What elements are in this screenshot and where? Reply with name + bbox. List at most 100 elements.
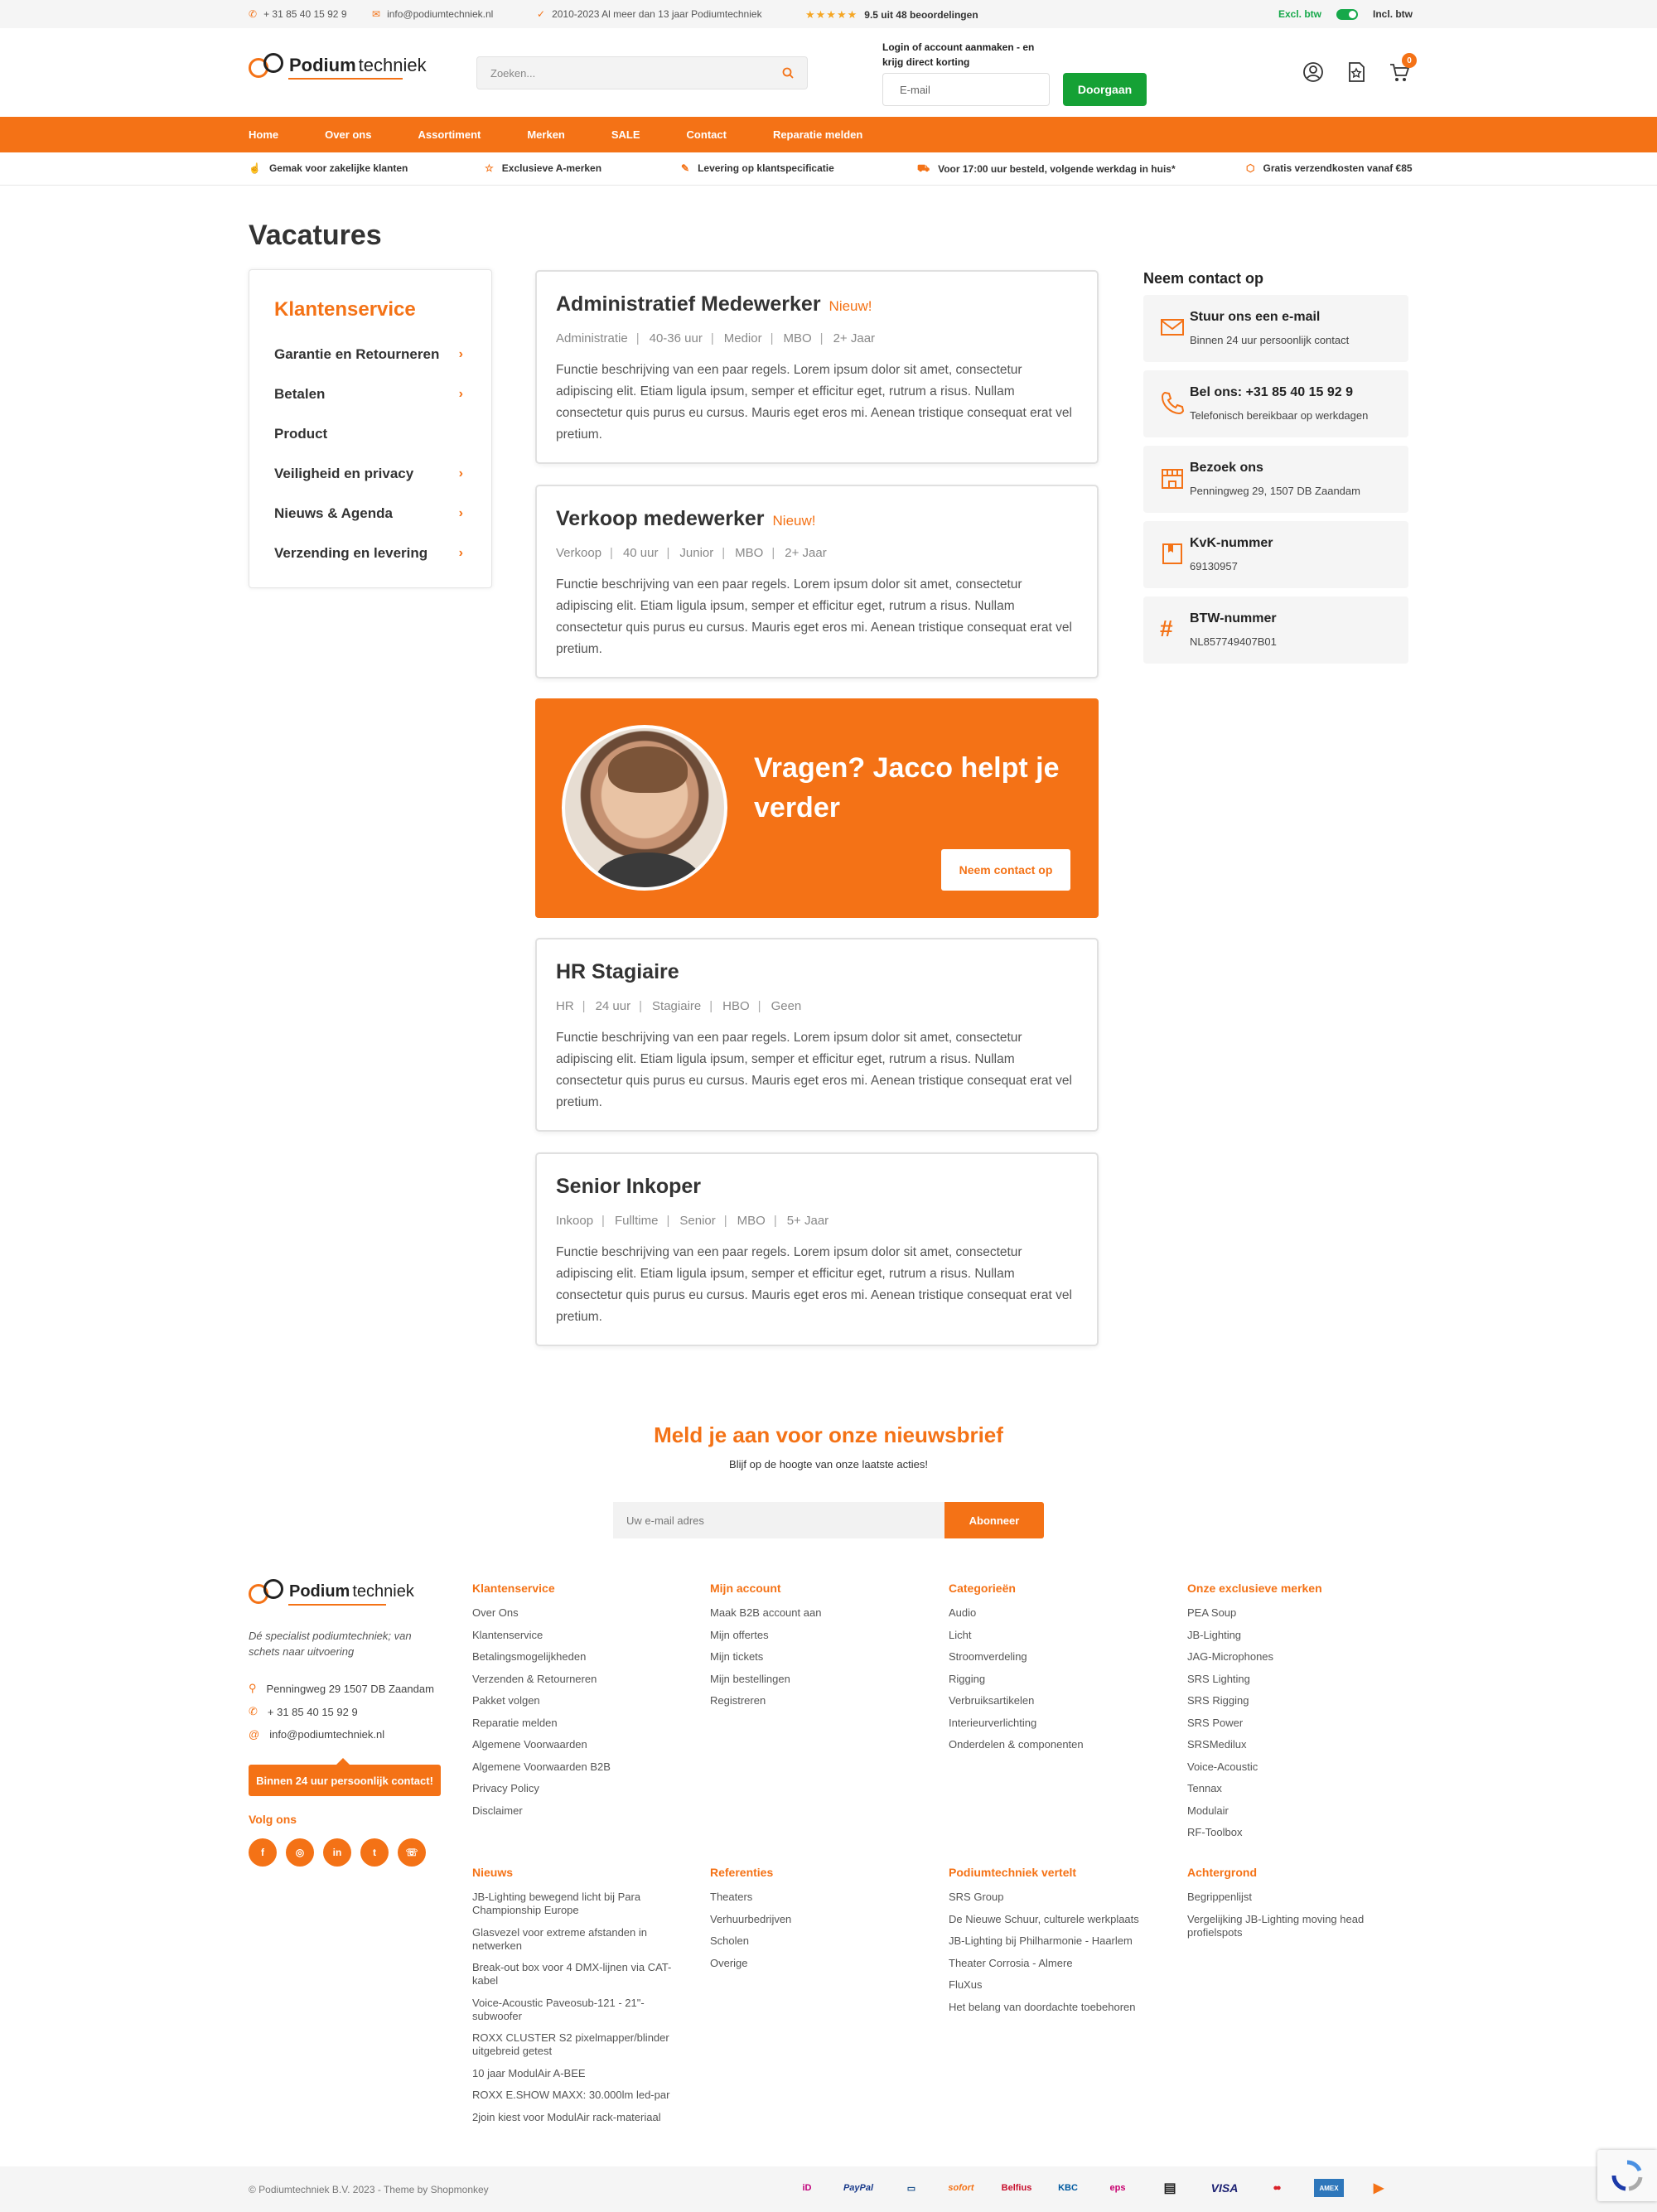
nav-over-ons[interactable]: Over ons: [325, 128, 371, 141]
footer-link[interactable]: SRS Rigging: [1187, 1694, 1322, 1707]
footer-phone[interactable]: ✆ + 31 85 40 15 92 9: [249, 1705, 358, 1718]
footer-link[interactable]: Scholen: [710, 1934, 791, 1948]
footer-link[interactable]: De Nieuwe Schuur, culturele werkplaats: [949, 1913, 1139, 1926]
footer-link[interactable]: ROXX CLUSTER S2 pixelmapper/blinder uitg…: [472, 2031, 679, 2058]
continue-button[interactable]: Doorgaan: [1063, 73, 1147, 106]
footer-link[interactable]: JAG-Microphones: [1187, 1650, 1322, 1664]
job-card[interactable]: HR Stagiaire HR | 24 uur | Stagiaire | HBO | Gee…: [535, 938, 1099, 1132]
footer-logo[interactable]: Podium techniek: [249, 1579, 414, 1606]
subscribe-button[interactable]: Abonneer: [944, 1502, 1044, 1538]
sidebar-title[interactable]: Klantenservice: [274, 298, 416, 321]
whatsapp-icon[interactable]: ☏: [398, 1838, 426, 1867]
sidebar-item-betalen[interactable]: Betalen ›: [274, 386, 463, 403]
footer-link[interactable]: Mijn offertes: [710, 1629, 821, 1642]
footer-link[interactable]: Glasvezel voor extreme afstanden in netw…: [472, 1926, 679, 1953]
nav-assortiment[interactable]: Assortiment: [418, 128, 481, 141]
sidebar-item-product[interactable]: Product: [274, 426, 463, 442]
contact-visit-box[interactable]: Bezoek ons Penningweg 29, 1507 DB Zaandam: [1143, 446, 1408, 513]
account-icon[interactable]: [1302, 61, 1324, 87]
footer-link[interactable]: Registreren: [710, 1694, 821, 1707]
footer-link[interactable]: Begrippenlijst: [1187, 1891, 1394, 1904]
search-icon[interactable]: [782, 67, 794, 79]
recaptcha-badge[interactable]: [1597, 2150, 1657, 2201]
footer-link[interactable]: JB-Lighting bewegend licht bij Para Cham…: [472, 1891, 679, 1917]
footer-link[interactable]: 2join kiest voor ModulAir rack-materiaal: [472, 2111, 679, 2124]
footer-contact-button[interactable]: Binnen 24 uur persoonlijk contact!: [249, 1758, 441, 1796]
footer-link[interactable]: Mijn bestellingen: [710, 1673, 821, 1686]
footer-link[interactable]: Het belang van doordachte toebehoren: [949, 2001, 1139, 2014]
sidebar-item-garantie[interactable]: Garantie en Retourneren ›: [274, 346, 463, 363]
footer-link[interactable]: Betalingsmogelijkheden: [472, 1650, 611, 1664]
footer-link[interactable]: SRS Power: [1187, 1717, 1322, 1730]
contact-phone-box[interactable]: Bel ons: +31 85 40 15 92 9 Telefonisch be…: [1143, 370, 1408, 437]
topbar-rating[interactable]: ★★★★★ 9.5 uit 48 beoordelingen: [805, 8, 978, 22]
nav-home[interactable]: Home: [249, 128, 278, 141]
login-email-input[interactable]: E-mail: [882, 73, 1050, 106]
footer-link[interactable]: Theater Corrosia - Almere: [949, 1957, 1139, 1970]
sidebar-item-veiligheid[interactable]: Veiligheid en privacy ›: [274, 466, 463, 482]
footer-link[interactable]: Vergelijking JB-Lighting moving head pro…: [1187, 1913, 1394, 1939]
footer-link[interactable]: Theaters: [710, 1891, 791, 1904]
footer-link[interactable]: Reparatie melden: [472, 1717, 611, 1730]
footer-link[interactable]: Stroomverdeling: [949, 1650, 1084, 1664]
promo-contact-button[interactable]: Neem contact op: [941, 849, 1070, 891]
job-card[interactable]: Verkoop medewerker Nieuw! Verkoop | 40 uur |…: [535, 485, 1099, 679]
footer-link[interactable]: Voice-Acoustic Paveosub-121 - 21"-subwoo…: [472, 1997, 679, 2023]
vat-toggle[interactable]: Excl. btw Incl. btw: [1278, 8, 1413, 20]
footer-link[interactable]: Disclaimer: [472, 1804, 611, 1818]
footer-link[interactable]: Break-out box voor 4 DMX-lijnen via CAT-…: [472, 1961, 679, 1987]
footer-link[interactable]: Privacy Policy: [472, 1782, 611, 1795]
vat-toggle-switch[interactable]: [1336, 8, 1359, 20]
footer-link[interactable]: SRSMedilux: [1187, 1738, 1322, 1751]
footer-link[interactable]: Onderdelen & componenten: [949, 1738, 1084, 1751]
twitter-icon[interactable]: t: [360, 1838, 389, 1867]
footer-link[interactable]: Mijn tickets: [710, 1650, 821, 1664]
footer-link[interactable]: Voice-Acoustic: [1187, 1760, 1322, 1774]
footer-link[interactable]: SRS Lighting: [1187, 1673, 1322, 1686]
nav-merken[interactable]: Merken: [527, 128, 565, 141]
footer-link[interactable]: PEA Soup: [1187, 1606, 1322, 1620]
instagram-icon[interactable]: ◎: [286, 1838, 314, 1867]
linkedin-icon[interactable]: in: [323, 1838, 351, 1867]
search-input[interactable]: Zoeken...: [476, 56, 808, 89]
footer-email[interactable]: @ info@podiumtechniek.nl: [249, 1728, 384, 1741]
footer-link[interactable]: Interieurverlichting: [949, 1717, 1084, 1730]
footer-link[interactable]: Maak B2B account aan: [710, 1606, 821, 1620]
footer-link[interactable]: SRS Group: [949, 1891, 1139, 1904]
footer-link[interactable]: Verhuurbedrijven: [710, 1913, 791, 1926]
contact-email-box[interactable]: Stuur ons een e-mail Binnen 24 uur persoo…: [1143, 295, 1408, 362]
footer-link[interactable]: 10 jaar ModulAir A-BEE: [472, 2067, 679, 2080]
job-card[interactable]: Administratief Medewerker Nieuw! Administ…: [535, 270, 1099, 464]
sidebar-item-verzending[interactable]: Verzending en levering ›: [274, 545, 463, 562]
footer-link[interactable]: Licht: [949, 1629, 1084, 1642]
site-logo[interactable]: Podium techniek: [249, 53, 427, 80]
job-card[interactable]: Senior Inkoper Inkoop | Fulltime | Senior | MB…: [535, 1152, 1099, 1346]
footer-link[interactable]: Overige: [710, 1957, 791, 1970]
newsletter-email-input[interactable]: Uw e-mail adres: [613, 1502, 944, 1538]
footer-link[interactable]: RF-Toolbox: [1187, 1826, 1322, 1839]
cart-icon[interactable]: 0: [1389, 53, 1417, 87]
nav-sale[interactable]: SALE: [611, 128, 640, 141]
nav-reparatie[interactable]: Reparatie melden: [773, 128, 862, 141]
footer-link[interactable]: Klantenservice: [472, 1629, 611, 1642]
footer-link[interactable]: Verbruiksartikelen: [949, 1694, 1084, 1707]
footer-link[interactable]: Pakket volgen: [472, 1694, 611, 1707]
footer-link[interactable]: FluXus: [949, 1978, 1139, 1992]
footer-link[interactable]: ROXX E.SHOW MAXX: 30.000lm led-par: [472, 2089, 679, 2102]
footer-link[interactable]: Algemene Voorwaarden B2B: [472, 1760, 611, 1774]
footer-link[interactable]: Algemene Voorwaarden: [472, 1738, 611, 1751]
footer-link[interactable]: Tennax: [1187, 1782, 1322, 1795]
facebook-icon[interactable]: f: [249, 1838, 277, 1867]
footer-link[interactable]: Modulair: [1187, 1804, 1322, 1818]
footer-link[interactable]: JB-Lighting bij Philharmonie - Haarlem: [949, 1934, 1139, 1948]
topbar-email[interactable]: ✉ info@podiumtechniek.nl: [372, 8, 493, 20]
footer-link[interactable]: Audio: [949, 1606, 1084, 1620]
footer-link[interactable]: Over Ons: [472, 1606, 611, 1620]
nav-contact[interactable]: Contact: [687, 128, 727, 141]
wishlist-icon[interactable]: [1345, 61, 1367, 87]
footer-link[interactable]: JB-Lighting: [1187, 1629, 1322, 1642]
topbar-phone[interactable]: ✆ + 31 85 40 15 92 9: [249, 8, 347, 20]
footer-link[interactable]: Rigging: [949, 1673, 1084, 1686]
footer-link[interactable]: Verzenden & Retourneren: [472, 1673, 611, 1686]
sidebar-item-nieuws[interactable]: Nieuws & Agenda ›: [274, 505, 463, 522]
